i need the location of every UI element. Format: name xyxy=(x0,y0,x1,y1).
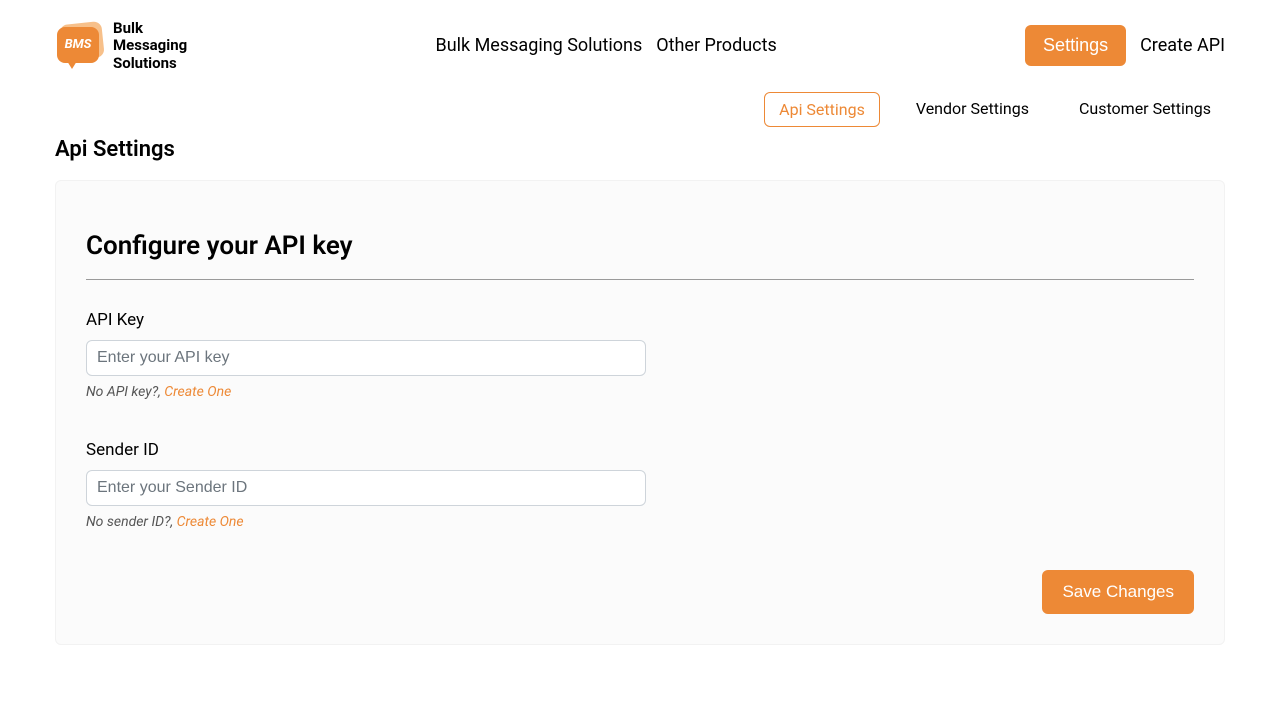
panel-title: Configure your API key xyxy=(86,231,1194,261)
create-api-link[interactable]: Create API xyxy=(1140,35,1225,56)
subnav-item-vendor-settings[interactable]: Vendor Settings xyxy=(902,92,1043,127)
nav-center: Bulk Messaging Solutions Other Products xyxy=(435,35,776,56)
save-changes-button[interactable]: Save Changes xyxy=(1042,570,1194,614)
nav-right: Settings Create API xyxy=(1025,25,1225,66)
create-api-key-link[interactable]: Create One xyxy=(164,384,231,400)
subnav-item-api-settings[interactable]: Api Settings xyxy=(764,92,880,127)
brand-logo-icon: BMS xyxy=(55,21,105,71)
field-group-sender-id: Sender ID No sender ID?, Create One xyxy=(86,440,1194,530)
panel-actions: Save Changes xyxy=(86,570,1194,614)
brand-logo-text: Bulk Messaging Solutions xyxy=(113,20,187,72)
nav-link-other-products[interactable]: Other Products xyxy=(656,35,777,56)
api-key-helper: No API key?, Create One xyxy=(86,384,1194,400)
sender-id-input[interactable] xyxy=(86,470,646,506)
sender-id-label: Sender ID xyxy=(86,440,1194,460)
page-title: Api Settings xyxy=(55,137,1225,162)
field-group-api-key: API Key No API key?, Create One xyxy=(86,310,1194,400)
top-header: BMS Bulk Messaging Solutions Bulk Messag… xyxy=(55,0,1225,92)
create-sender-id-link[interactable]: Create One xyxy=(177,514,244,530)
api-key-label: API Key xyxy=(86,310,1194,330)
subnav: Api Settings Vendor Settings Customer Se… xyxy=(55,92,1225,127)
settings-panel: Configure your API key API Key No API ke… xyxy=(55,180,1225,645)
panel-divider xyxy=(86,279,1194,280)
sender-id-helper: No sender ID?, Create One xyxy=(86,514,1194,530)
api-key-input[interactable] xyxy=(86,340,646,376)
brand-logo[interactable]: BMS Bulk Messaging Solutions xyxy=(55,20,187,72)
settings-button[interactable]: Settings xyxy=(1025,25,1126,66)
nav-link-bulk-messaging[interactable]: Bulk Messaging Solutions xyxy=(435,35,642,56)
subnav-item-customer-settings[interactable]: Customer Settings xyxy=(1065,92,1225,127)
